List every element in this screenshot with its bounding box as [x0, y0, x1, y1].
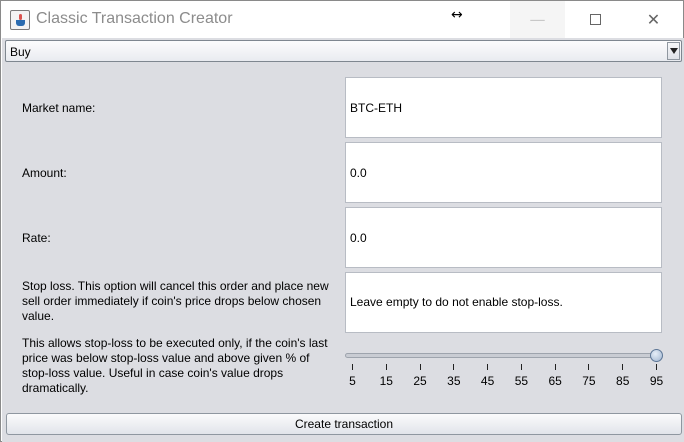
close-icon: ✕: [646, 10, 661, 29]
rate-label: Rate:: [22, 231, 51, 245]
slider-tick: [419, 364, 421, 370]
stop-loss-percent-slider[interactable]: 5 15 25 35 45 55 65 75 85 95: [343, 349, 666, 399]
slider-tick: [385, 364, 387, 370]
slider-description-line: price was below stop-loss value and abov…: [22, 351, 310, 365]
slider-track[interactable]: [345, 353, 659, 358]
stop-loss-field[interactable]: Leave empty to do not enable stop-loss.: [345, 272, 662, 333]
slider-tick-label: 45: [480, 374, 495, 388]
slider-tick: [453, 364, 455, 370]
market-name-label: Market name:: [22, 101, 96, 115]
slider-tick-label: 95: [649, 374, 664, 388]
slider-tick: [352, 364, 353, 370]
slider-description: This allows stop-loss to be executed onl…: [22, 336, 328, 396]
slider-description-line: This allows stop-loss to be executed onl…: [22, 336, 328, 350]
slider-ticks: [343, 364, 666, 374]
slider-tick-label: 55: [514, 374, 529, 388]
slider-description-line: stop-loss value. Useful in case coin's v…: [22, 366, 284, 380]
slider-tick-label: 85: [616, 374, 630, 388]
transaction-type-value: Buy: [10, 45, 31, 59]
slider-tick-label: 35: [447, 374, 461, 388]
slider-tick: [588, 364, 590, 370]
slider-tick: [487, 364, 489, 370]
create-transaction-button[interactable]: Create transaction: [6, 413, 682, 435]
main-panel: Buy Market name: Amount: Rate: Stop loss…: [2, 38, 684, 442]
title-bar[interactable]: Classic Transaction Creator ↔ — ✕: [1, 1, 683, 38]
dropdown-arrow-button[interactable]: [667, 42, 680, 60]
slider-tick-label: 65: [548, 374, 562, 388]
minimize-button[interactable]: —: [510, 1, 565, 38]
stop-loss-label-line: Stop loss. This option will cancel this …: [22, 279, 329, 293]
slider-tick: [656, 364, 657, 370]
close-button[interactable]: ✕: [626, 1, 681, 38]
chevron-down-icon: [669, 48, 678, 54]
stop-loss-label-line: value.: [22, 309, 55, 323]
slider-tick-label: 75: [582, 374, 596, 388]
slider-tick: [622, 364, 624, 370]
slider-description-line: dramatically.: [22, 381, 89, 395]
resize-cursor-icon: ↔: [451, 7, 463, 23]
slider-tick: [520, 364, 522, 370]
slider-tick-label: 15: [379, 374, 393, 388]
rate-field[interactable]: [345, 207, 662, 268]
slider-tick: [554, 364, 556, 370]
minimize-icon: —: [529, 10, 546, 29]
maximize-icon: [590, 14, 601, 25]
window-title: Classic Transaction Creator: [36, 10, 233, 27]
market-name-field[interactable]: [345, 77, 662, 138]
slider-thumb[interactable]: [650, 349, 663, 362]
transaction-type-select[interactable]: Buy: [5, 40, 682, 62]
slider-tick-label: 5: [349, 374, 356, 388]
amount-field[interactable]: [345, 142, 662, 203]
java-cup-icon: [10, 10, 30, 30]
amount-label: Amount:: [22, 166, 67, 180]
slider-tick-labels: 5 15 25 35 45 55 65 75 85 95: [343, 374, 666, 388]
stop-loss-label-line: sell order immediately if coin's price d…: [22, 294, 322, 308]
slider-tick-label: 25: [413, 374, 427, 388]
maximize-button[interactable]: [568, 1, 623, 38]
app-window: Classic Transaction Creator ↔ — ✕ Buy Ma…: [0, 0, 684, 442]
stop-loss-label: Stop loss. This option will cancel this …: [22, 279, 329, 324]
